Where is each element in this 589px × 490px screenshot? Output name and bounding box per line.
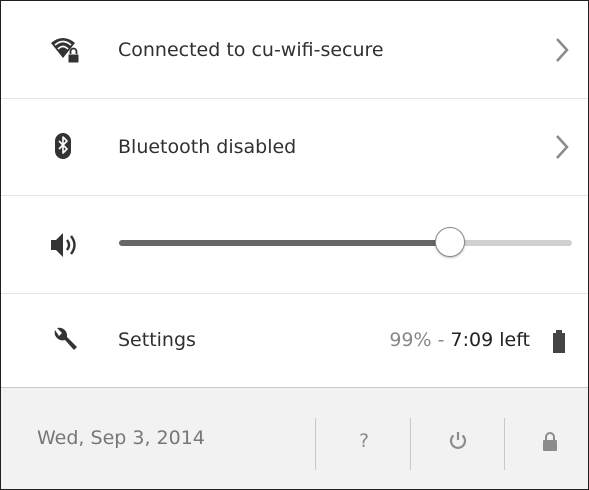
wrench-icon: [49, 324, 81, 356]
battery-time-left: 7:09 left: [450, 329, 530, 351]
chevron-right-icon: [552, 34, 572, 66]
footer-divider: [504, 418, 505, 470]
wifi-lock-icon: [49, 34, 81, 66]
lock-button[interactable]: [533, 424, 567, 458]
settings-label: Settings: [118, 329, 196, 351]
battery-separator: -: [431, 329, 451, 351]
footer-divider: [315, 418, 316, 470]
network-label: Connected to cu-wifi-secure: [118, 38, 384, 61]
network-row[interactable]: Connected to cu-wifi-secure: [1, 1, 588, 99]
volume-slider-fill: [119, 240, 450, 246]
lock-icon: [543, 432, 557, 451]
footer-divider: [410, 418, 411, 470]
volume-slider[interactable]: [119, 227, 572, 257]
bluetooth-label: Bluetooth disabled: [118, 135, 297, 158]
help-button[interactable]: ?: [347, 424, 381, 458]
system-tray-menu: Connected to cu-wifi-secure Bluetooth di…: [0, 0, 589, 490]
settings-row[interactable]: Settings 99% - 7:09 left: [1, 293, 588, 388]
date-label: Wed, Sep 3, 2014: [37, 427, 205, 449]
battery-percent: 99%: [389, 329, 432, 351]
tray-footer: Wed, Sep 3, 2014 ?: [1, 388, 588, 489]
volume-row: [1, 196, 588, 294]
battery-status: 99% - 7:09 left: [389, 329, 530, 351]
bluetooth-row[interactable]: Bluetooth disabled: [1, 98, 588, 196]
battery-icon: [551, 324, 567, 356]
volume-slider-thumb[interactable]: [434, 227, 465, 257]
chevron-right-icon: [552, 131, 572, 163]
power-icon: [449, 432, 467, 449]
speaker-icon[interactable]: [49, 229, 81, 261]
power-button[interactable]: [441, 424, 475, 458]
bluetooth-icon: [49, 131, 81, 163]
